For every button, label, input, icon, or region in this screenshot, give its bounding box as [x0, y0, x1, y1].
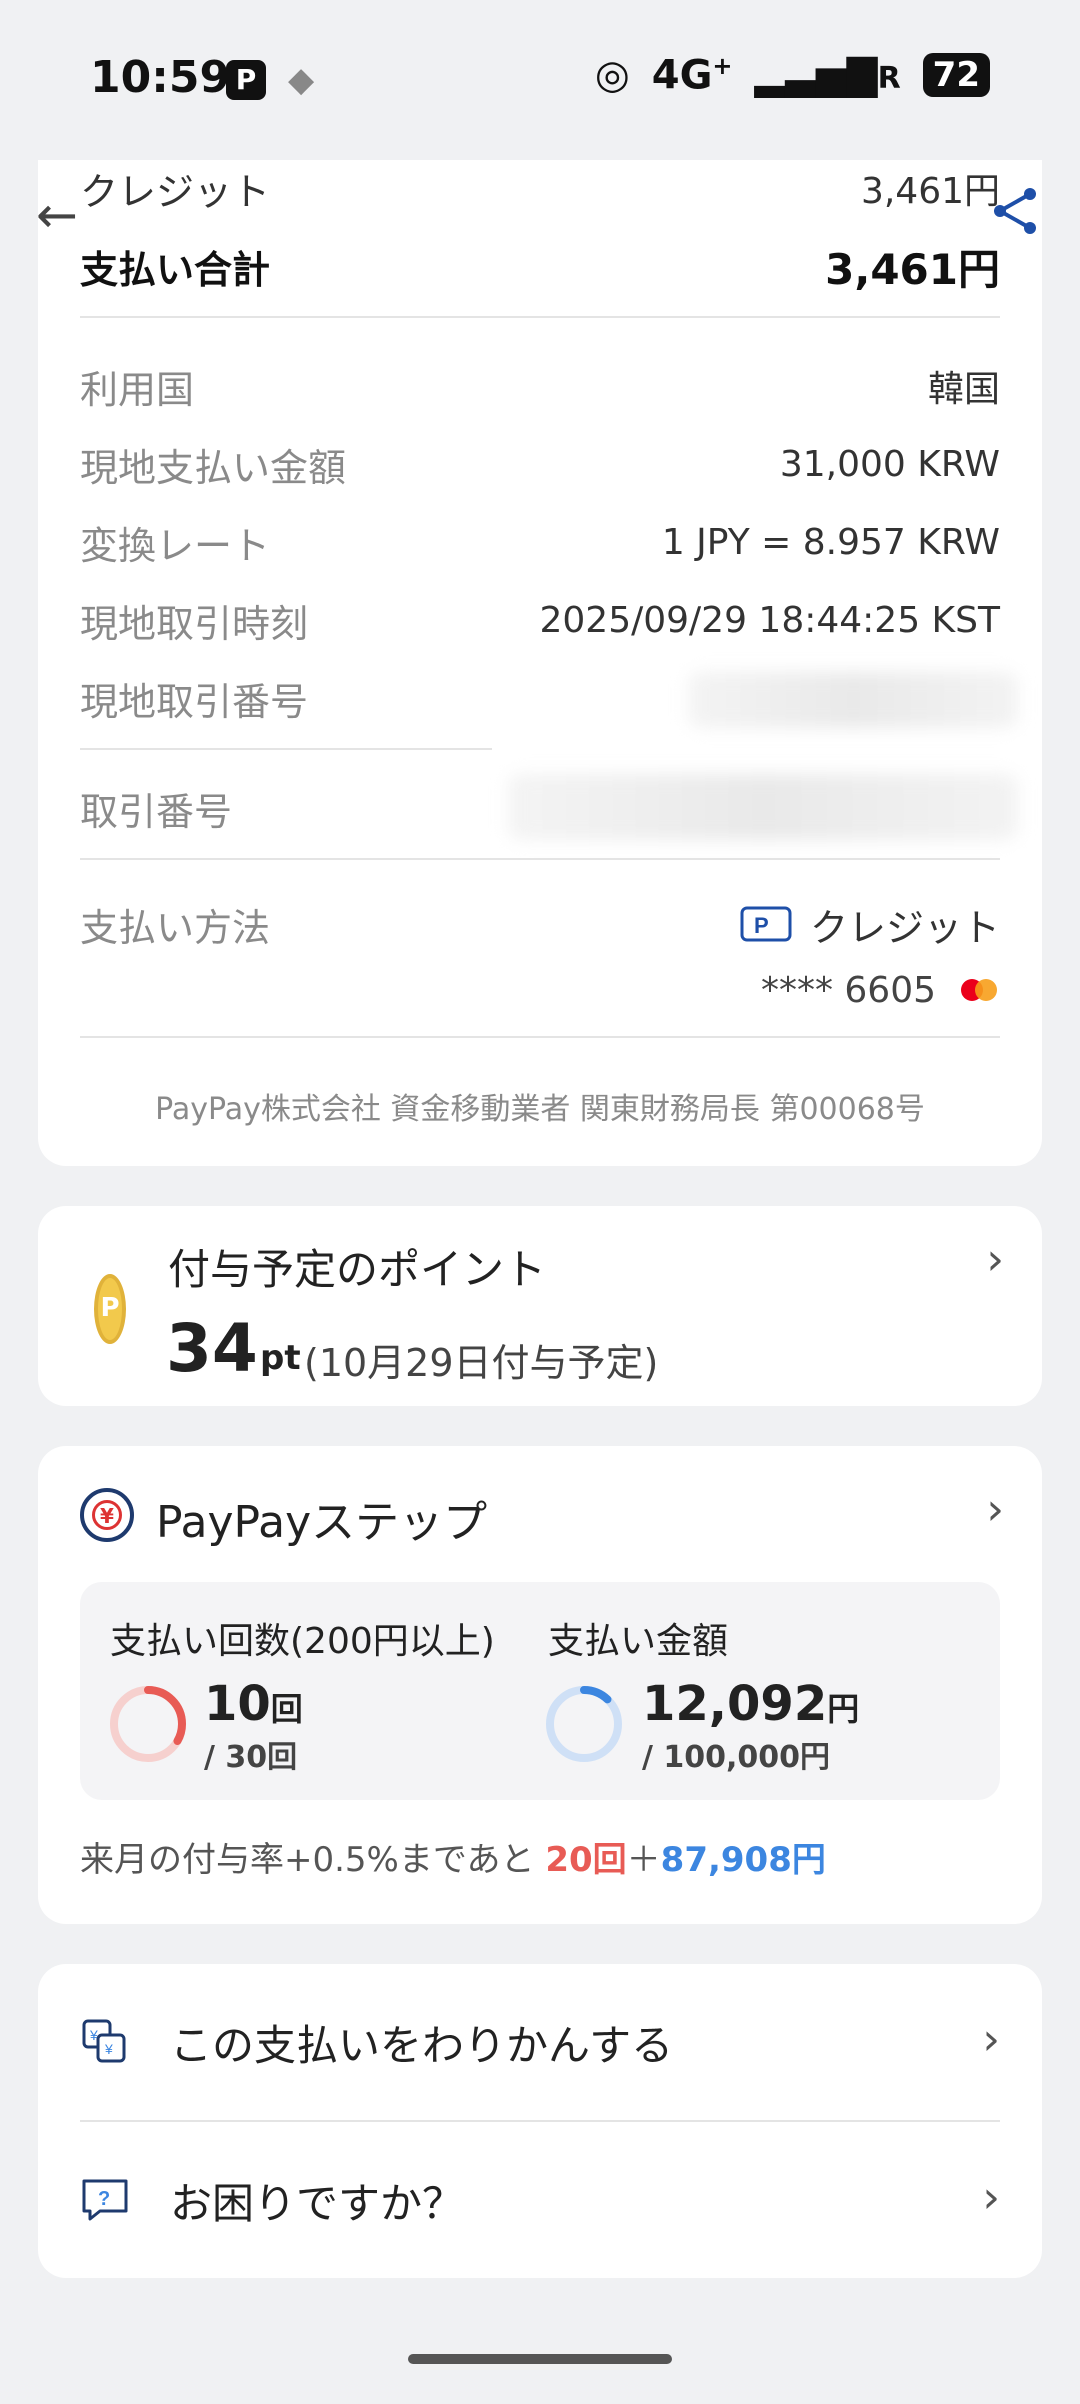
- amount-progress-ring: [546, 1686, 622, 1762]
- hotspot-icon: ◎: [594, 52, 630, 99]
- menu-label: お困りですか？: [170, 2178, 465, 2228]
- svg-text:?: ?: [98, 2188, 110, 2210]
- detail-label: 取引番号: [80, 789, 233, 834]
- signal-icon: ▂▃▅▇R: [754, 52, 901, 99]
- count-progress-ring: [110, 1686, 186, 1762]
- menu-label: この支払いをわりかんする: [170, 2020, 674, 2070]
- paypay-step-icon: ¥: [80, 1488, 134, 1542]
- menu-item-split-bill[interactable]: ¥ ¥ この支払いをわりかんする ›: [80, 1964, 1000, 2120]
- points-unit: pt: [260, 1338, 301, 1378]
- divider: [80, 316, 1000, 318]
- mastercard-icon: [961, 979, 997, 1001]
- points-amount: 34: [166, 1310, 258, 1387]
- status-time: 10:59: [90, 52, 231, 103]
- share-icon[interactable]: [990, 186, 1040, 236]
- detail-value: 韓国: [927, 369, 1000, 410]
- svg-text:P: P: [754, 913, 769, 938]
- count-target: / 30回: [204, 1740, 298, 1775]
- points-title: 付与予定のポイント: [168, 1245, 547, 1294]
- detail-row-rate: 変換レート 1 JPY = 8.957 KRW: [80, 512, 1000, 572]
- credit-amount: 3,461円: [860, 171, 1000, 212]
- split-bill-icon: ¥ ¥: [82, 2019, 126, 2063]
- points-date-note: (10月29日付与予定): [304, 1341, 659, 1385]
- svg-text:¥: ¥: [104, 2041, 113, 2057]
- point-coin-icon: P: [94, 1274, 126, 1344]
- home-indicator[interactable]: [408, 2354, 672, 2364]
- detail-label: 現地取引番号: [80, 679, 309, 724]
- credit-card-icon: P: [740, 906, 792, 942]
- card-number-row: **** 6605: [80, 960, 1000, 1020]
- divider: [80, 748, 492, 750]
- chevron-right-icon: ›: [982, 2172, 1000, 2223]
- redacted-txn-id: [508, 774, 1018, 840]
- total-label: 支払い合計: [80, 247, 271, 292]
- total-amount: 3,461円: [825, 244, 1000, 294]
- method-value-group: P クレジット: [740, 897, 1000, 952]
- detail-value: 31,000 KRW: [779, 443, 1000, 485]
- detail-label: 現地支払い金額: [80, 445, 347, 490]
- detail-label: 利用国: [80, 367, 195, 412]
- back-arrow-icon[interactable]: ←: [36, 186, 78, 244]
- help-chat-icon: ?: [82, 2179, 128, 2221]
- detail-row-country: 利用国 韓国: [80, 356, 1000, 416]
- menu-item-help[interactable]: ? お困りですか？ ›: [80, 2122, 1000, 2278]
- method-value: クレジット: [809, 905, 1000, 950]
- credit-label: クレジット: [80, 169, 271, 214]
- status-bar: 10:59 P ◆ ◎ 4G+ ▂▃▅▇R 72: [0, 0, 1080, 160]
- action-menu-card: ¥ ¥ この支払いをわりかんする › ? お困りですか？ ›: [38, 1964, 1042, 2278]
- detail-row-local-time: 現地取引時刻 2025/09/29 18:44:25 KST: [80, 590, 1000, 650]
- payment-details-card: クレジット 3,461円 支払い合計 3,461円 利用国 韓国 現地支払い金額…: [38, 160, 1042, 1166]
- redacted-local-txn-id: [688, 672, 1018, 728]
- total-row: 支払い合計 3,461円: [80, 238, 1000, 294]
- payment-method-row: 支払い方法 P クレジット: [80, 894, 1000, 954]
- amount-label: 支払い金額: [548, 1621, 729, 1662]
- card-number: **** 6605: [760, 969, 936, 1011]
- credit-row: クレジット 3,461円: [80, 160, 1000, 216]
- detail-value: 2025/09/29 18:44:25 KST: [539, 599, 1000, 641]
- count-label: 支払い回数(200円以上): [110, 1621, 495, 1662]
- paypay-notification-icon: P: [226, 60, 266, 100]
- points-card[interactable]: P 付与予定のポイント 34 pt (10月29日付与予定) ›: [38, 1206, 1042, 1406]
- method-label: 支払い方法: [80, 905, 271, 950]
- amount-target: / 100,000円: [642, 1740, 831, 1775]
- step-next-tier-note: 来月の付与率+0.5%まであと 20回＋87,908円: [80, 1840, 826, 1880]
- detail-row-local-amount: 現地支払い金額 31,000 KRW: [80, 434, 1000, 494]
- chevron-right-icon: ›: [986, 1234, 1004, 1285]
- step-title: PayPayステップ: [156, 1497, 488, 1548]
- divider: [80, 1036, 1000, 1038]
- divider: [80, 858, 1000, 860]
- paypay-step-card[interactable]: ¥ PayPayステップ › 支払い回数(200円以上) 10回 / 30回 支…: [38, 1446, 1042, 1924]
- network-type: 4G+: [651, 52, 733, 99]
- status-indicators: ◎ 4G+ ▂▃▅▇R 72: [595, 52, 990, 98]
- legal-footer: PayPay株式会社 資金移動業者 関東財務局長 第00068号: [155, 1092, 925, 1127]
- count-value: 10回: [204, 1676, 303, 1732]
- amount-value: 12,092円: [642, 1676, 860, 1732]
- battery-level: 72: [922, 53, 990, 98]
- detail-label: 変換レート: [80, 523, 271, 568]
- detail-label: 現地取引時刻: [80, 601, 309, 646]
- svg-text:¥: ¥: [89, 2027, 98, 2043]
- wifi-icon: ◆: [288, 60, 315, 100]
- detail-value: 1 JPY = 8.957 KRW: [661, 521, 1000, 563]
- step-progress-box: 支払い回数(200円以上) 10回 / 30回 支払い金額 12,092円 / …: [80, 1582, 1000, 1800]
- chevron-right-icon: ›: [982, 2014, 1000, 2065]
- chevron-right-icon: ›: [986, 1484, 1004, 1535]
